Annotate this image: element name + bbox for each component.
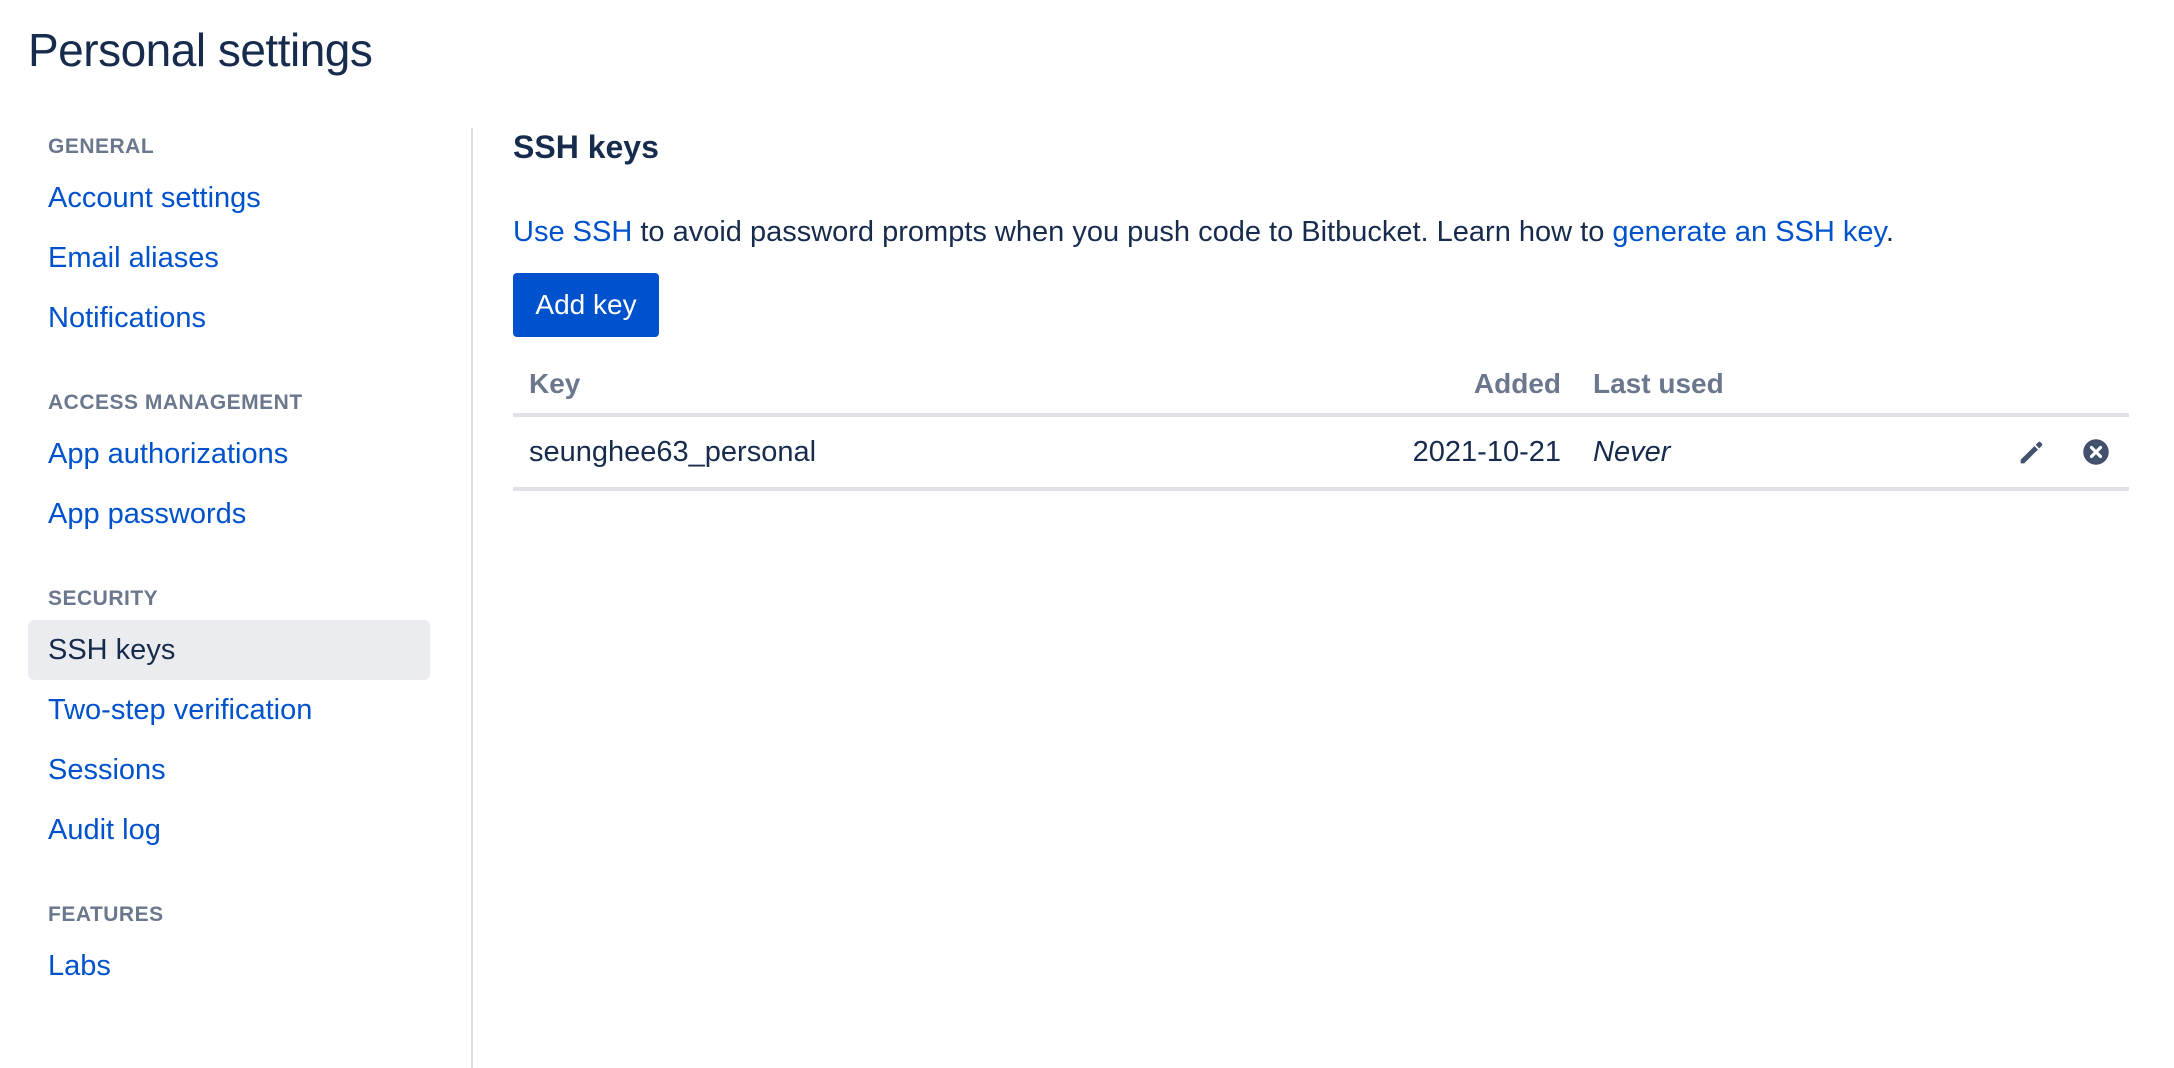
sidebar-item-sessions[interactable]: Sessions [28, 740, 430, 800]
nav-heading-features: FEATURES [48, 903, 164, 926]
table-header-row: Key Added Last used [513, 355, 2129, 417]
nav-section-security: SECURITY SSH keys Two-step verification … [28, 578, 430, 860]
ssh-keys-table: Key Added Last used seunghee63_personal … [513, 355, 2129, 491]
sidebar-item-audit-log[interactable]: Audit log [28, 800, 430, 860]
sidebar-item-labs[interactable]: Labs [28, 936, 430, 996]
key-added-cell: 2021-10-21 [1295, 415, 1577, 491]
column-header-actions [1909, 355, 2129, 417]
sidebar-item-account-settings[interactable]: Account settings [28, 168, 430, 228]
settings-sidebar: GENERAL Account settings Email aliases N… [28, 126, 430, 1030]
sidebar-divider [471, 128, 473, 1068]
remove-circle-icon[interactable] [2079, 435, 2113, 469]
sidebar-item-two-step-verification[interactable]: Two-step verification [28, 680, 430, 740]
use-ssh-link[interactable]: Use SSH [513, 216, 632, 248]
column-header-last-used[interactable]: Last used [1577, 355, 1909, 417]
sidebar-item-app-authorizations[interactable]: App authorizations [28, 424, 430, 484]
nav-heading-security: SECURITY [48, 587, 159, 610]
sidebar-item-app-passwords[interactable]: App passwords [28, 484, 430, 544]
key-label-cell: seunghee63_personal [513, 415, 1295, 491]
main-content: SSH keys Use SSH to avoid password promp… [513, 124, 2129, 491]
nav-section-features: FEATURES Labs [28, 894, 430, 996]
sidebar-item-notifications[interactable]: Notifications [28, 288, 430, 348]
nav-heading-general: GENERAL [48, 135, 155, 158]
nav-heading-access-management: ACCESS MANAGEMENT [48, 391, 303, 414]
section-title: SSH keys [513, 129, 659, 165]
description-text-2: . [1885, 216, 1894, 248]
key-last-used-cell: Never [1577, 415, 1909, 491]
sidebar-item-ssh-keys[interactable]: SSH keys [28, 620, 430, 680]
page-title: Personal settings [28, 24, 373, 76]
ssh-description: Use SSH to avoid password prompts when y… [513, 212, 2129, 252]
table-row: seunghee63_personal 2021-10-21 Never [513, 415, 2129, 491]
add-key-button[interactable]: Add key [513, 273, 659, 337]
nav-section-access-management: ACCESS MANAGEMENT App authorizations App… [28, 382, 430, 544]
column-header-added[interactable]: Added [1295, 355, 1577, 417]
sidebar-item-email-aliases[interactable]: Email aliases [28, 228, 430, 288]
nav-section-general: GENERAL Account settings Email aliases N… [28, 126, 430, 348]
key-actions-cell [1909, 415, 2129, 491]
description-text-1: to avoid password prompts when you push … [632, 216, 1613, 248]
pencil-icon[interactable] [2015, 435, 2049, 469]
generate-ssh-key-link[interactable]: generate an SSH key [1612, 216, 1886, 248]
column-header-key[interactable]: Key [513, 355, 1295, 417]
